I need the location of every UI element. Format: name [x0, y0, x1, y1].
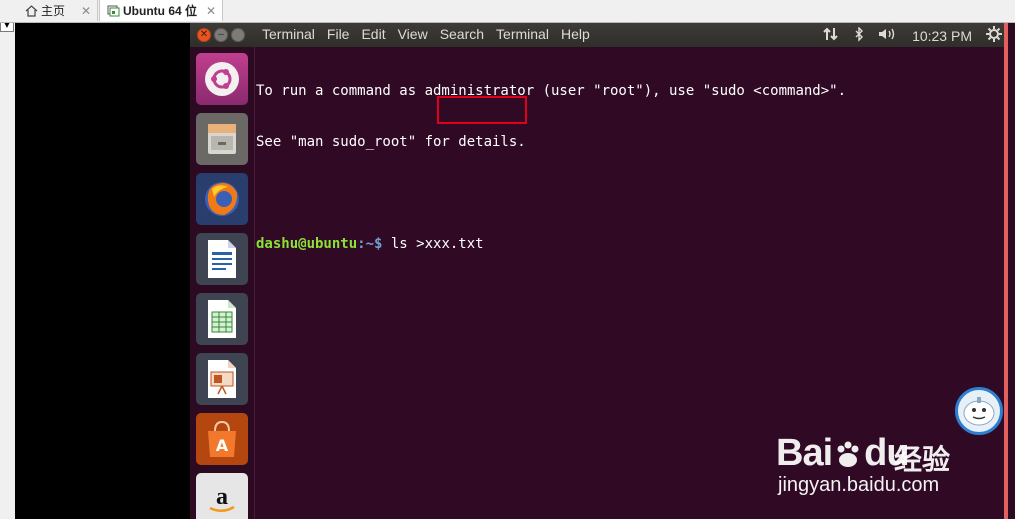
- prompt-user: dashu@ubuntu: [256, 236, 358, 252]
- ubuntu-dash-icon[interactable]: [196, 53, 248, 105]
- window-minimize-button[interactable]: –: [214, 28, 228, 42]
- settings-gear-icon[interactable]: [986, 26, 1002, 45]
- host-tab-bar: 主页 ✕ Ubuntu 64 位 ✕: [0, 0, 1015, 23]
- svg-text:A: A: [216, 436, 229, 455]
- libreoffice-impress-icon[interactable]: [196, 353, 248, 405]
- home-icon: [24, 4, 38, 18]
- firefox-icon[interactable]: [196, 173, 248, 225]
- terminal-prompt-line: dashu@ubuntu:~$ ls >xxx.txt: [256, 236, 994, 253]
- svg-text:a: a: [216, 484, 228, 510]
- watermark-url: jingyan.baidu.com: [778, 474, 940, 496]
- menu-terminal[interactable]: Terminal: [496, 26, 549, 42]
- menu-view[interactable]: View: [398, 26, 428, 42]
- libreoffice-calc-icon[interactable]: [196, 293, 248, 345]
- files-icon[interactable]: [196, 113, 248, 165]
- libreoffice-writer-icon[interactable]: [196, 233, 248, 285]
- menu-app-title[interactable]: Terminal: [262, 26, 315, 42]
- tab-home[interactable]: 主页 ✕: [18, 0, 98, 21]
- volume-icon[interactable]: [878, 27, 898, 44]
- top-panel: ✕ – Terminal File Edit View Search Termi…: [190, 23, 1008, 47]
- window-close-button[interactable]: ✕: [197, 28, 211, 42]
- bluetooth-icon[interactable]: [854, 25, 864, 45]
- window-maximize-button[interactable]: [231, 28, 245, 42]
- software-center-icon[interactable]: A: [196, 413, 248, 465]
- terminal-line: To run a command as administrator (user …: [256, 83, 847, 99]
- menu-search[interactable]: Search: [440, 26, 484, 42]
- tab-close-icon[interactable]: ✕: [81, 4, 91, 18]
- vm-icon: [106, 4, 120, 18]
- vm-right-margin: [1008, 23, 1015, 519]
- watermark-logo: Bai du: [776, 432, 910, 475]
- menu-file[interactable]: File: [327, 26, 350, 42]
- menu-help[interactable]: Help: [561, 26, 590, 42]
- baidu-watermark: Bai du 经验 jingyan.baidu.com: [776, 408, 976, 508]
- prompt-path: :~$: [357, 236, 383, 252]
- amazon-icon[interactable]: a: [196, 473, 248, 519]
- clock[interactable]: 10:23 PM: [912, 28, 972, 44]
- menu-edit[interactable]: Edit: [361, 26, 385, 42]
- terminal-line: See "man sudo_root" for details.: [256, 134, 526, 150]
- tab-ubuntu-label: Ubuntu 64 位: [123, 4, 197, 18]
- unity-launcher: A a: [190, 47, 255, 519]
- tab-home-label: 主页: [41, 4, 66, 18]
- tab-close-icon[interactable]: ✕: [206, 4, 216, 18]
- highlight-annotation-box: [437, 96, 527, 124]
- watermark-logo-left: Bai: [776, 432, 833, 474]
- watermark-chinese: 经验: [894, 443, 951, 476]
- host-left-stub: ✕ ▼: [0, 0, 16, 519]
- menu-bar: Terminal File Edit View Search Terminal …: [262, 26, 602, 42]
- tab-ubuntu-vm[interactable]: Ubuntu 64 位 ✕: [99, 0, 223, 21]
- typed-command: ls >xxx.txt: [382, 236, 484, 252]
- paw-icon: [837, 441, 859, 467]
- window-controls: ✕ –: [197, 28, 245, 42]
- network-icon[interactable]: [822, 27, 840, 44]
- indicator-area: 10:23 PM: [808, 25, 1002, 45]
- terminal-output[interactable]: To run a command as administrator (user …: [256, 49, 994, 287]
